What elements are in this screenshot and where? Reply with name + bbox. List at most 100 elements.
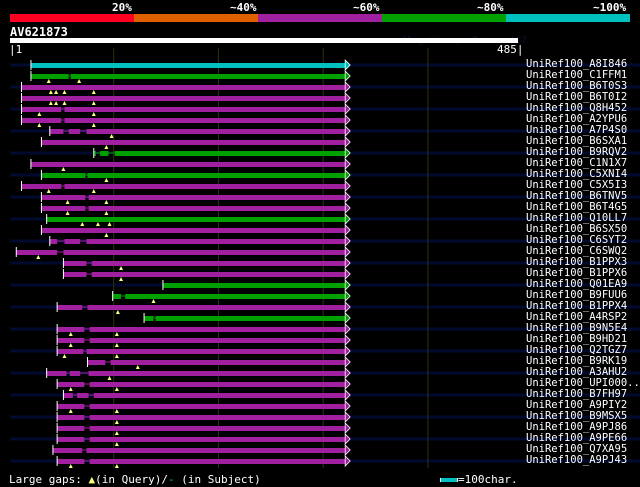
hit-end-arrow — [344, 224, 351, 236]
gap-legend-subject: (in Subject) — [174, 473, 261, 486]
scale-legend: =100char. — [440, 473, 518, 486]
hit-bar — [30, 74, 69, 79]
hit-end-arrow — [344, 411, 351, 423]
query-gap-marker — [48, 101, 53, 105]
query-gap-marker — [104, 178, 109, 182]
query-gap-marker — [68, 332, 73, 336]
hit-bar — [100, 151, 109, 156]
hit-bar — [89, 415, 346, 420]
hit-bar — [46, 371, 67, 376]
query-gap-marker — [80, 222, 85, 226]
scale-bar-icon — [440, 478, 458, 482]
hit-end-arrow — [344, 235, 351, 247]
query-gap-marker — [104, 200, 109, 204]
hit-bar — [77, 393, 89, 398]
query-gap-marker — [48, 90, 53, 94]
hit-bar — [41, 140, 346, 145]
hit-bar — [57, 338, 85, 343]
query-gap-marker — [107, 222, 112, 226]
hit-bar — [52, 448, 83, 453]
hit-bar — [63, 393, 73, 398]
hit-bar — [57, 382, 85, 387]
hit-end-arrow — [344, 180, 351, 192]
hit-end-arrow — [344, 191, 351, 203]
hit-label[interactable]: UniRef100_A9PJ43 — [526, 455, 627, 466]
hit-bar — [57, 327, 85, 332]
hit-bar — [89, 338, 346, 343]
hit-end-arrow — [344, 169, 351, 181]
query-gap-marker — [114, 464, 119, 468]
hit-bar — [41, 195, 86, 200]
query-gap-marker — [91, 90, 96, 94]
query-gap-marker — [91, 112, 96, 116]
query-gap-marker — [46, 189, 51, 193]
query-gap-marker — [37, 123, 42, 127]
query-gap-marker — [54, 101, 59, 105]
hit-bar — [64, 239, 81, 244]
query-gap-marker — [68, 409, 73, 413]
hit-bar — [86, 448, 346, 453]
hit-end-arrow — [344, 213, 351, 225]
query-gap-marker — [109, 134, 114, 138]
query-gap-marker — [91, 189, 96, 193]
hit-bar — [110, 360, 346, 365]
query-gap-marker — [135, 365, 140, 369]
query-gap-marker — [77, 79, 82, 83]
hit-end-arrow — [344, 70, 351, 82]
hit-bar — [57, 437, 85, 442]
hit-bar — [49, 239, 58, 244]
query-gap-marker — [62, 101, 67, 105]
hit-bar — [46, 217, 346, 222]
hit-bar — [93, 393, 346, 398]
query-gap-marker — [114, 409, 119, 413]
hit-bar — [57, 404, 85, 409]
hit-end-arrow — [344, 59, 351, 71]
query-gap-marker — [115, 310, 120, 314]
gap-legend: Large gaps: ▲(in Query)/- (in Subject) — [9, 473, 261, 486]
query-gap-marker — [62, 90, 67, 94]
hit-bar — [112, 294, 122, 299]
query-gap-marker — [104, 233, 109, 237]
hit-end-arrow — [344, 334, 351, 346]
query-gap-marker — [114, 420, 119, 424]
hit-bar — [125, 294, 346, 299]
query-gap-marker — [54, 90, 59, 94]
query-gap-marker — [62, 354, 67, 358]
hit-bar — [88, 195, 346, 200]
query-gap-marker — [114, 442, 119, 446]
query-gap-marker — [91, 101, 96, 105]
hit-bar — [86, 239, 346, 244]
hit-bar — [88, 371, 346, 376]
hit-bar — [21, 107, 62, 112]
hit-end-arrow — [344, 367, 351, 379]
hit-bar — [21, 96, 346, 101]
hit-bar — [114, 151, 346, 156]
hit-end-arrow — [344, 290, 351, 302]
hit-bar — [69, 371, 81, 376]
hit-bar — [57, 415, 85, 420]
hit-bar — [49, 129, 64, 134]
hit-end-arrow — [344, 422, 351, 434]
hit-bar — [155, 316, 346, 321]
hit-bar — [41, 173, 86, 178]
query-gap-marker — [68, 387, 73, 391]
hit-bar — [64, 184, 346, 189]
query-gap-marker — [65, 211, 70, 215]
query-gap-marker — [68, 343, 73, 347]
hit-bar — [57, 426, 85, 431]
hit-bar — [88, 206, 346, 211]
hit-end-arrow — [344, 147, 351, 159]
hit-bar — [21, 184, 62, 189]
hit-bar — [63, 261, 87, 266]
hit-end-arrow — [344, 202, 351, 214]
hit-bar — [30, 63, 346, 68]
hit-bar — [21, 118, 62, 123]
query-gap-marker — [104, 211, 109, 215]
hit-end-arrow — [344, 114, 351, 126]
hit-end-arrow — [344, 125, 351, 137]
hit-end-arrow — [344, 103, 351, 115]
query-gap-marker — [114, 387, 119, 391]
hit-bar — [63, 250, 346, 255]
query-gap-marker — [36, 255, 41, 259]
hit-bar — [87, 173, 346, 178]
